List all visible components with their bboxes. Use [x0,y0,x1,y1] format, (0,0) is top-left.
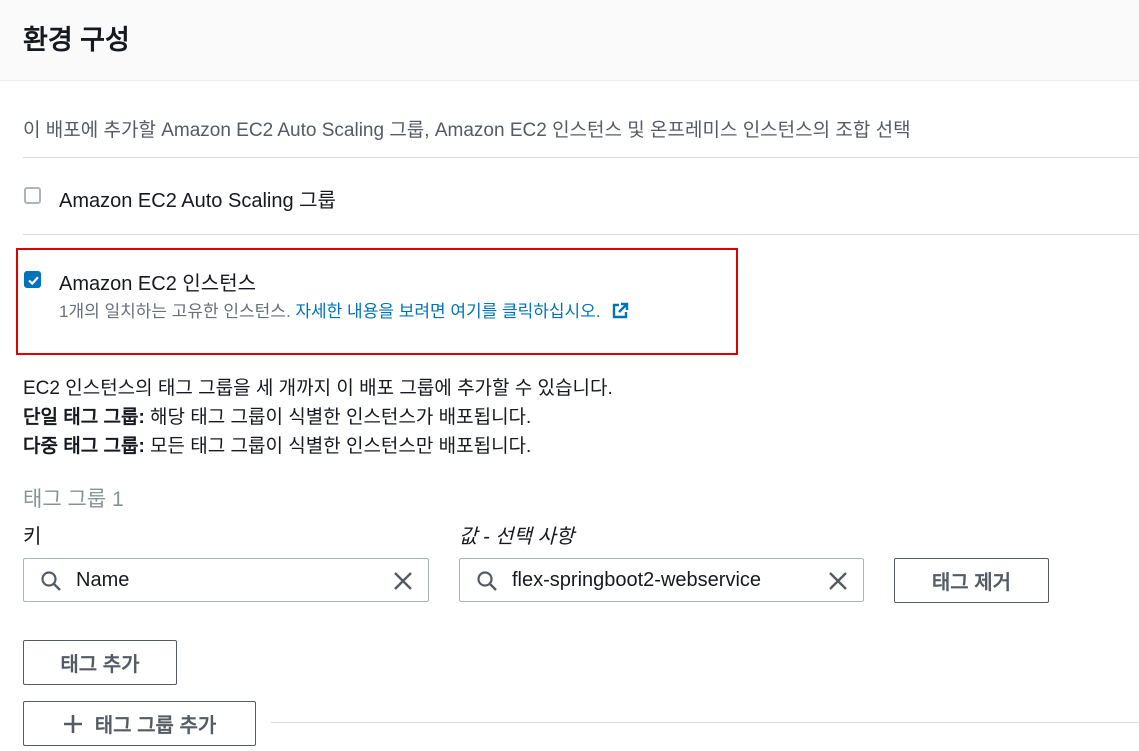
ec2-instances-label[interactable]: Amazon EC2 인스턴스 [59,267,256,296]
info-multi-tag: 다중 태그 그룹: 모든 태그 그룹이 식별한 인스턴스만 배포됩니다. [23,431,531,458]
divider [23,157,1139,158]
page-title: 환경 구성 [23,25,130,55]
clear-icon[interactable] [392,570,414,592]
single-tag-text: 해당 태그 그룹이 식별한 인스턴스가 배포됩니다. [144,407,532,428]
info-line: EC2 인스턴스의 태그 그룹을 세 개까지 이 배포 그룹에 추가할 수 있습… [23,378,613,399]
multi-tag-label: 다중 태그 그룹: [23,436,145,457]
match-count-text: 1개의 일치하는 고유한 인스턴스. [59,302,291,321]
multi-tag-text: 모든 태그 그룹이 식별한 인스턴스만 배포됩니다. [144,436,532,457]
add-tag-group-button[interactable]: 태그 그룹 추가 [23,701,256,746]
page-header: 환경 구성 [0,0,1139,81]
add-tag-group-label: 태그 그룹 추가 [94,715,217,737]
plus-icon [63,714,82,733]
value-input[interactable]: flex-springboot2-webservice [459,558,864,602]
key-label: 키 [23,526,42,548]
ec2-instances-subtext: 1개의 일치하는 고유한 인스턴스. 자세한 내용을 보려면 여기를 클릭하십시… [59,297,629,322]
divider [271,722,1139,723]
section-description: 이 배포에 추가할 Amazon EC2 Auto Scaling 그룹, Am… [23,120,911,141]
add-tag-button[interactable]: 태그 추가 [23,640,177,685]
search-icon [41,571,61,591]
key-input[interactable]: Name [23,558,429,602]
single-tag-label: 단일 태그 그룹: [23,407,145,428]
remove-tag-button[interactable]: 태그 제거 [894,558,1049,603]
clear-icon[interactable] [827,570,849,592]
check-icon [28,276,39,286]
details-link[interactable]: 자세한 내용을 보려면 여기를 클릭하십시오. [295,302,600,321]
auto-scaling-checkbox[interactable] [24,187,41,204]
value-label: 값 - 선택 사항 [459,526,575,548]
external-link-icon[interactable] [611,302,629,320]
info-single-tag: 단일 태그 그룹: 해당 태그 그룹이 식별한 인스턴스가 배포됩니다. [23,402,531,429]
search-icon [477,571,497,591]
key-value[interactable]: Name [76,569,129,592]
auto-scaling-label[interactable]: Amazon EC2 Auto Scaling 그룹 [59,184,336,213]
divider [23,234,1139,235]
value-value[interactable]: flex-springboot2-webservice [512,569,761,592]
ec2-instances-checkbox[interactable] [24,271,41,288]
tag-group-title: 태그 그룹 1 [23,488,124,511]
